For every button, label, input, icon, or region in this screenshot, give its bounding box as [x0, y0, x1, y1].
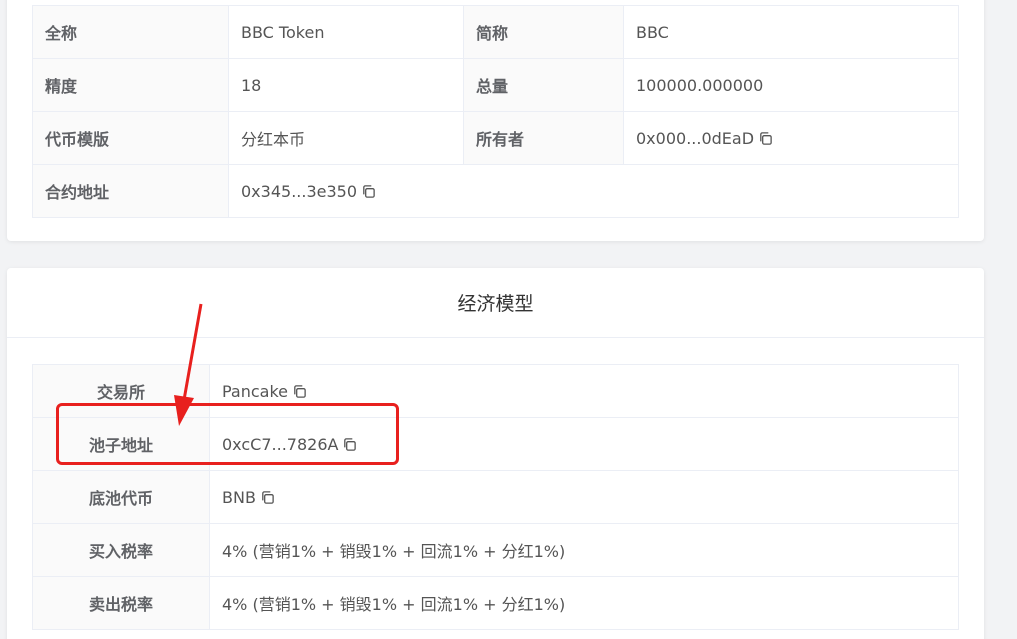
copy-icon[interactable]	[292, 384, 307, 399]
table-row: 池子地址 0xcC7...7826A	[32, 417, 959, 471]
pool-address-value: 0xcC7...7826A	[222, 434, 339, 454]
pool-address-cell: 0xcC7...7826A	[209, 417, 959, 471]
full-name-value: BBC Token	[228, 5, 464, 59]
table-row: 买入税率 4% (营销1% + 销毁1% + 回流1% + 分红1%)	[32, 523, 959, 577]
base-token-cell: BNB	[209, 470, 959, 524]
base-token-label: 底池代币	[32, 470, 210, 524]
buy-tax-value: 4% (营销1% + 销毁1% + 回流1% + 分红1%)	[209, 523, 959, 577]
sell-tax-value: 4% (营销1% + 销毁1% + 回流1% + 分红1%)	[209, 576, 959, 630]
table-row: 精度 18 总量 100000.000000	[32, 58, 959, 112]
copy-icon[interactable]	[758, 131, 773, 146]
contract-address-cell: 0x345...3e350	[228, 164, 959, 218]
full-name-label: 全称	[32, 5, 229, 59]
exchange-value: Pancake	[222, 381, 289, 401]
pool-address-label: 池子地址	[32, 417, 210, 471]
table-row: 合约地址 0x345...3e350	[32, 164, 959, 218]
symbol-value: BBC	[623, 5, 959, 59]
table-row: 代币模版 分红本币 所有者 0x000...0dEaD	[32, 111, 959, 165]
contract-address-value: 0x345...3e350	[241, 181, 358, 201]
token-info-card: 全称 BBC Token 简称 BBC 精度 18 总量 100000.0000…	[7, 0, 984, 241]
base-token-value: BNB	[222, 487, 256, 507]
page: 全称 BBC Token 简称 BBC 精度 18 总量 100000.0000…	[0, 0, 1017, 639]
copy-icon[interactable]	[342, 437, 357, 452]
table-row: 底池代币 BNB	[32, 470, 959, 524]
sell-tax-label: 卖出税率	[32, 576, 210, 630]
economic-model-table: 交易所 Pancake 池子地址 0xcC7...7826A 底池代币 BNB …	[32, 364, 959, 630]
economic-model-card: 经济模型 交易所 Pancake 池子地址 0xcC7...7826A 底池代币	[7, 268, 984, 639]
copy-icon[interactable]	[260, 490, 275, 505]
contract-address-label: 合约地址	[32, 164, 229, 218]
table-row: 全称 BBC Token 简称 BBC	[32, 5, 959, 59]
token-info-table: 全称 BBC Token 简称 BBC 精度 18 总量 100000.0000…	[32, 5, 959, 218]
exchange-cell: Pancake	[209, 364, 959, 418]
copy-icon[interactable]	[361, 184, 376, 199]
token-template-value: 分红本币	[228, 111, 464, 165]
decimals-value: 18	[228, 58, 464, 112]
economic-model-title: 经济模型	[7, 268, 984, 338]
owner-value: 0x000...0dEaD	[636, 128, 755, 148]
owner-cell: 0x000...0dEaD	[623, 111, 959, 165]
total-supply-value: 100000.000000	[623, 58, 959, 112]
total-supply-label: 总量	[463, 58, 624, 112]
symbol-label: 简称	[463, 5, 624, 59]
buy-tax-label: 买入税率	[32, 523, 210, 577]
decimals-label: 精度	[32, 58, 229, 112]
token-template-label: 代币模版	[32, 111, 229, 165]
exchange-label: 交易所	[32, 364, 210, 418]
owner-label: 所有者	[463, 111, 624, 165]
table-row: 交易所 Pancake	[32, 364, 959, 418]
table-row: 卖出税率 4% (营销1% + 销毁1% + 回流1% + 分红1%)	[32, 576, 959, 630]
